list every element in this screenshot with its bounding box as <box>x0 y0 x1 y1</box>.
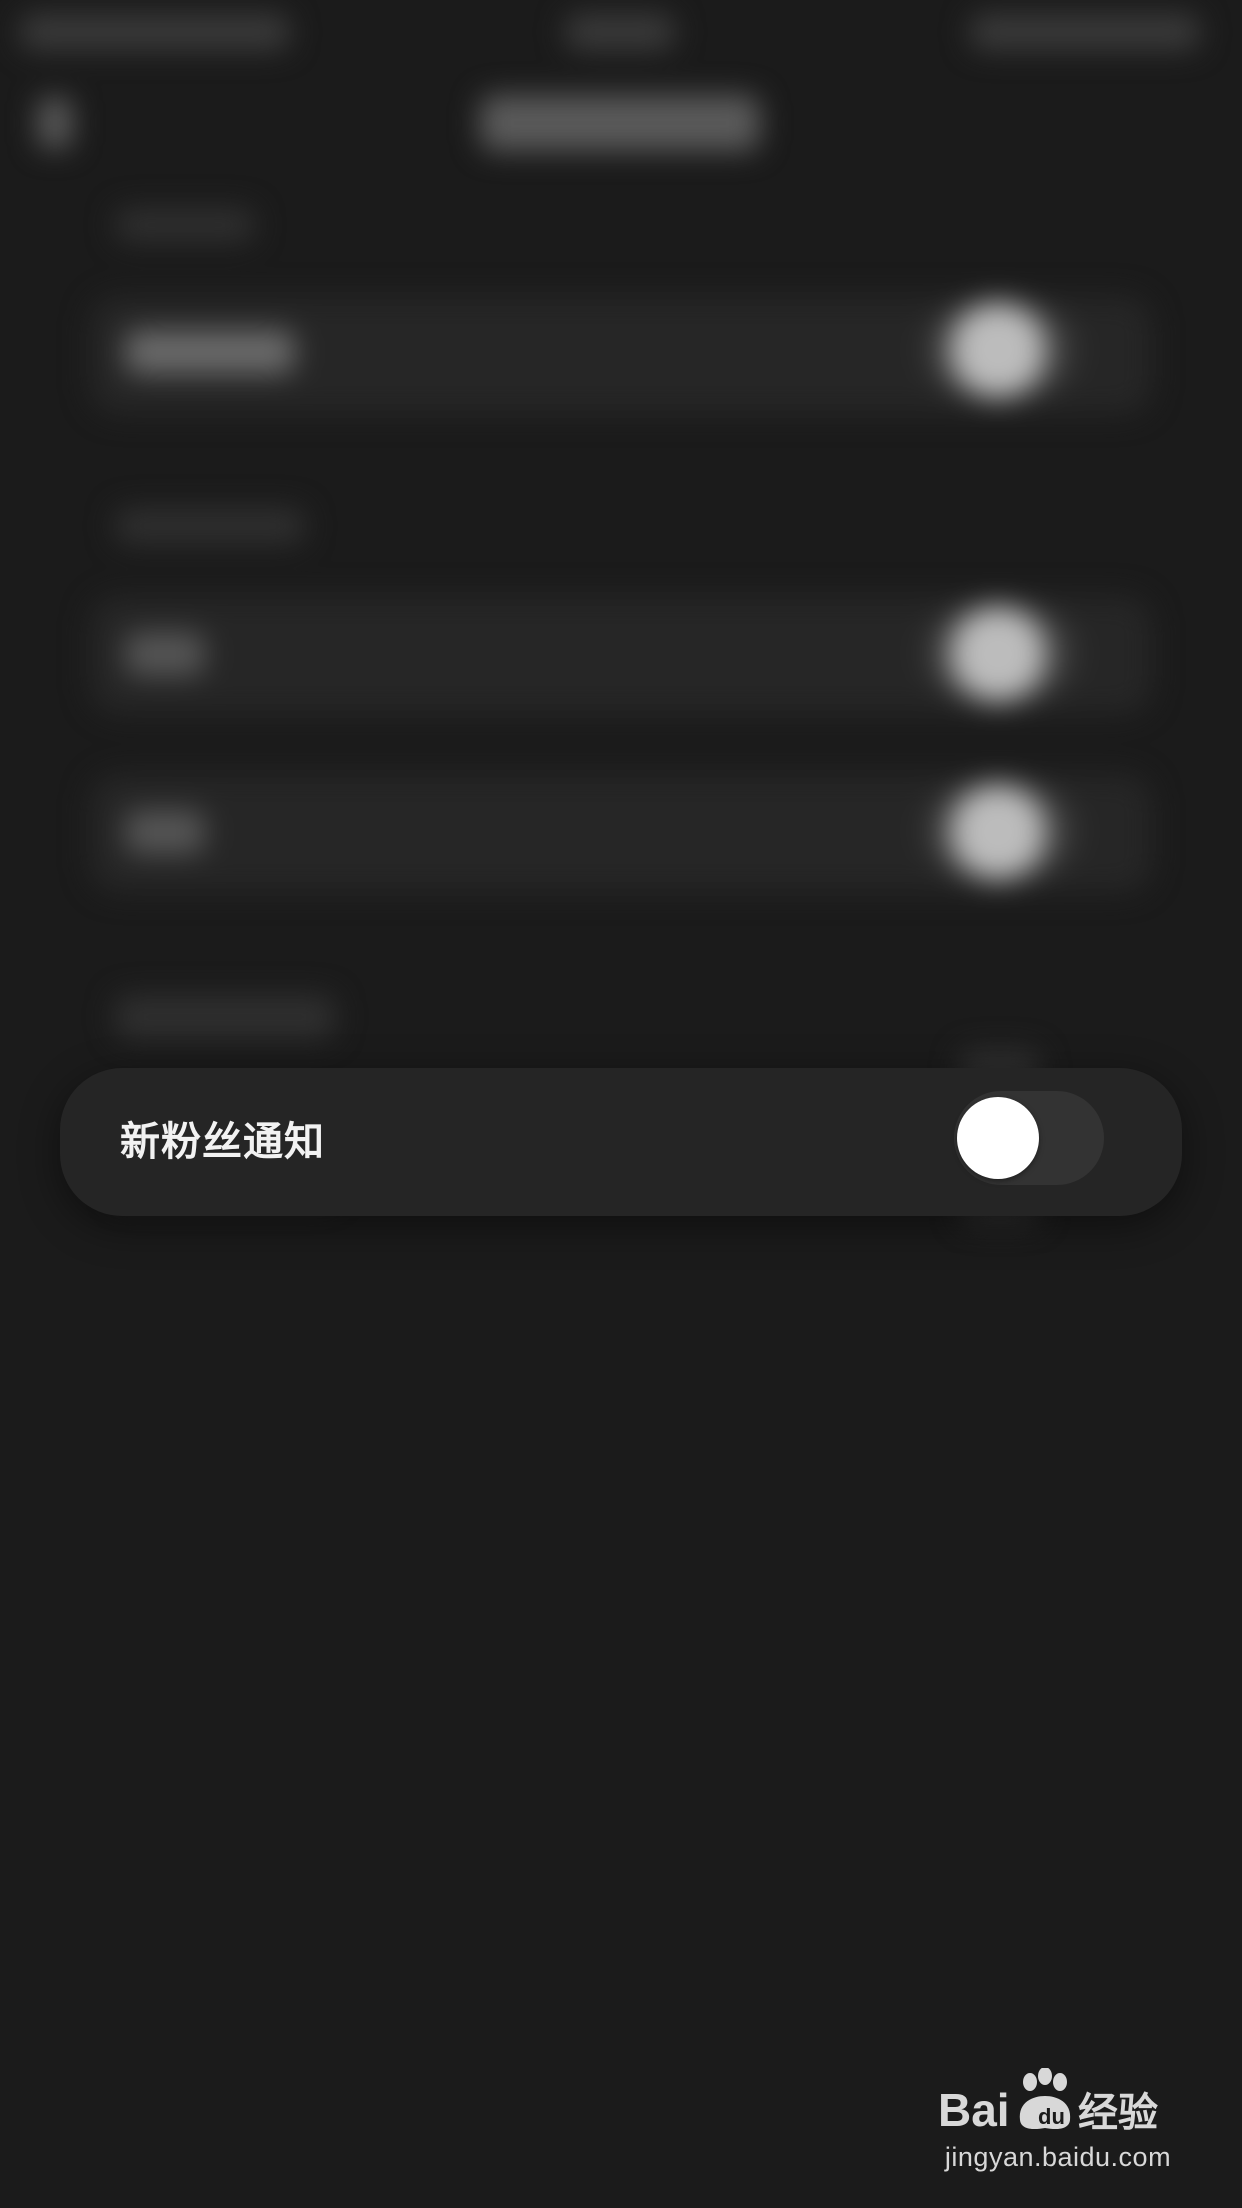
new-follower-notification-toggle[interactable] <box>954 1091 1104 1185</box>
svg-text:du: du <box>1038 2104 1065 2129</box>
row-label <box>125 330 295 374</box>
settings-screen: 新粉丝通知 Bai du 经验 jingyan.baidu.com <box>0 0 1242 2208</box>
watermark: Bai du 经验 jingyan.baidu.com <box>938 2068 1178 2180</box>
watermark-url: jingyan.baidu.com <box>944 2142 1172 2172</box>
header-title <box>480 95 760 151</box>
row-toggle-knob <box>950 784 1046 880</box>
status-bar-center <box>565 14 675 50</box>
new-follower-notification-row: 新粉丝通知 <box>60 1068 1182 1216</box>
svg-text:Bai: Bai <box>938 2084 1010 2136</box>
status-bar-left <box>20 14 290 50</box>
section-header <box>115 995 335 1039</box>
section-header <box>115 208 255 242</box>
toggle-knob <box>957 1097 1039 1179</box>
svg-text:经验: 经验 <box>1078 2090 1158 2136</box>
back-icon <box>38 98 72 148</box>
row-toggle-knob <box>950 302 1046 398</box>
section-header <box>115 508 305 544</box>
row-label <box>125 810 205 854</box>
row-toggle-knob <box>950 606 1046 702</box>
new-follower-notification-label: 新粉丝通知 <box>120 1119 325 1165</box>
status-bar-right <box>970 14 1200 50</box>
row-label <box>125 632 205 676</box>
baidu-jingyan-logo: Bai du 经验 <box>938 2068 1158 2136</box>
